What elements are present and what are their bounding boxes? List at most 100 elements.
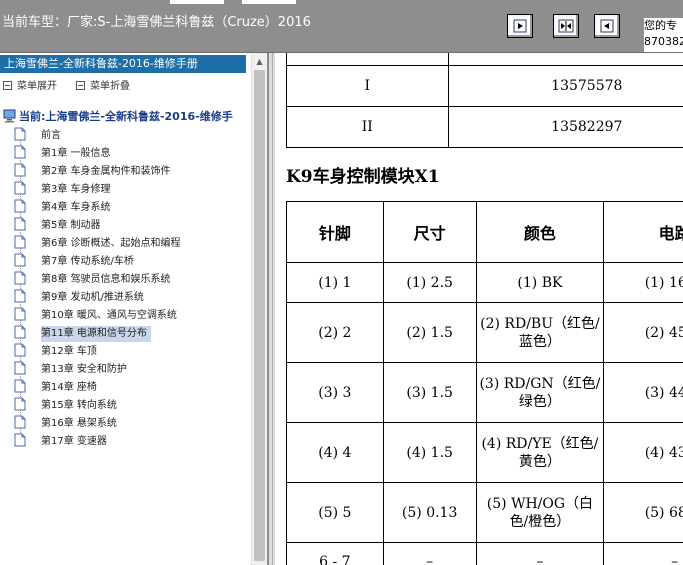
header-top-strip-left <box>170 0 224 4</box>
sidebar-item-label: 第6章 诊断概述、起始点和编程 <box>41 238 181 249</box>
sidebar-item[interactable]: 第16章 悬架系统 <box>14 415 121 431</box>
computer-icon <box>3 109 17 126</box>
user-info-line1: 您的专 <box>644 19 677 32</box>
sidebar-item[interactable]: 第2章 车身金属构件和装饰件 <box>14 163 175 179</box>
document-icon <box>14 199 26 219</box>
sidebar-item-label: 前言 <box>41 130 61 141</box>
sidebar-item[interactable]: 第1章 一般信息 <box>14 145 115 161</box>
sidebar-item[interactable]: 前言 <box>14 127 65 143</box>
sidebar-item-label: 第8章 驾驶员信息和娱乐系统 <box>41 274 171 285</box>
table-cell-color: (1) BK <box>475 262 605 303</box>
table-cell: II <box>286 106 449 148</box>
table-cell <box>447 53 683 66</box>
current-location[interactable]: 当前:上海雪佛兰-全新科鲁兹-2016-维修手 <box>3 108 251 126</box>
document-icon <box>14 415 26 435</box>
minus-box-icon <box>3 81 12 90</box>
table-row: (1) 1(1) 2.5(1) BK(1) 1650 <box>286 262 683 303</box>
document-icon <box>14 289 26 309</box>
sidebar-item[interactable]: 第3章 车身修理 <box>14 181 115 197</box>
document-icon <box>14 307 26 327</box>
top-header: 当前车型：厂家:S-上海雪佛兰科鲁兹（Cruze）2016 您的专 870382 <box>0 0 683 53</box>
table-cell-size: – <box>382 542 477 565</box>
table-cell-color: (2) RD/BU（红色/蓝色） <box>475 302 605 363</box>
document-icon <box>14 181 26 201</box>
table-cell-color: (3) RD/GN（红色/绿色） <box>475 362 605 423</box>
table-row: 6 - 7– – – <box>286 542 683 565</box>
sidebar-item[interactable]: 第9章 发动机/推进系统 <box>14 289 148 305</box>
sidebar-item-label: 第15章 转向系统 <box>41 400 117 411</box>
sidebar-item[interactable]: 第6章 诊断概述、起始点和编程 <box>14 235 185 251</box>
table-row: (3) 3(3) 1.5(3) RD/GN（红色/绿色）(3) 4440 <box>286 362 683 423</box>
table-cell-pin: (3) 3 <box>286 362 384 423</box>
sidebar-item-label: 第5章 制动器 <box>41 220 101 231</box>
table-row: (2) 2(2) 1.5(2) RD/BU（红色/蓝色）(2) 4540 <box>286 302 683 363</box>
sidebar-item-label: 第2章 车身金属构件和装饰件 <box>41 166 171 177</box>
next-page-button[interactable] <box>594 14 620 38</box>
sidebar-item-label: 第1章 一般信息 <box>41 148 111 159</box>
sidebar-item[interactable]: 第12章 车顶 <box>14 343 101 359</box>
sidebar-item[interactable]: 第8章 驾驶员信息和娱乐系统 <box>14 271 175 287</box>
document-icon <box>14 145 26 165</box>
table-cell-size: (2) 1.5 <box>382 302 477 363</box>
scroll-up-arrow-icon[interactable]: ▲ <box>253 55 266 68</box>
document-icon <box>14 379 26 399</box>
header-top-strip-right <box>242 0 296 4</box>
table-row: (5) 5(5) 0.13(5) WH/OG（白色/橙色）(5) 6816 <box>286 482 683 543</box>
sidebar: 上海雪佛兰-全新科鲁兹-2016-维修手册 菜单展开 菜单折叠 当前:上海雪佛兰… <box>0 53 251 565</box>
sidebar-item[interactable]: 第7章 传动系统/车桥 <box>14 253 138 269</box>
expand-menu-button[interactable]: 菜单展开 <box>3 77 57 92</box>
column-header-circuit: 电路 <box>603 201 683 263</box>
sidebar-item[interactable]: 第4章 车身系统 <box>14 199 115 215</box>
table-cell-pin: (5) 5 <box>286 482 384 543</box>
table-cell-circuit: (3) 4440 <box>603 362 683 423</box>
sidebar-item[interactable]: 第13章 安全和防护 <box>14 361 131 377</box>
collapse-menu-label: 菜单折叠 <box>90 81 130 92</box>
document-icon <box>14 271 26 291</box>
manual-title[interactable]: 上海雪佛兰-全新科鲁兹-2016-维修手册 <box>0 55 246 73</box>
table-cell-color: – <box>475 542 605 565</box>
sidebar-item[interactable]: 第15章 转向系统 <box>14 397 121 413</box>
sidebar-item-label: 第14章 座椅 <box>41 382 97 393</box>
pin-table-body: (1) 1(1) 2.5(1) BK(1) 1650(2) 2(2) 1.5(2… <box>286 262 683 565</box>
sidebar-item-label: 第16章 悬架系统 <box>41 418 117 429</box>
sidebar-item-label: 第4章 车身系统 <box>41 202 111 213</box>
vehicle-title: 当前车型：厂家:S-上海雪佛兰科鲁兹（Cruze）2016 <box>2 15 311 30</box>
table-cell-circuit: (4) 4340 <box>603 422 683 483</box>
collapse-menu-button[interactable]: 菜单折叠 <box>76 77 130 92</box>
sidebar-item[interactable]: 第17章 变速器 <box>14 433 111 449</box>
sidebar-item-label: 第11章 电源和信号分布 <box>41 326 151 342</box>
pane-splitter[interactable] <box>267 53 275 565</box>
table-cell-circuit: (2) 4540 <box>603 302 683 363</box>
table-cell-size: (5) 0.13 <box>382 482 477 543</box>
document-icon <box>14 361 26 381</box>
split-arrows-icon <box>558 19 574 33</box>
document-icon <box>14 325 26 345</box>
column-header-pin: 针脚 <box>286 201 384 263</box>
table-cell <box>286 53 449 66</box>
sidebar-item[interactable]: 第14章 座椅 <box>14 379 101 395</box>
user-info-line2: 870382 <box>644 35 683 48</box>
scroll-thumb[interactable] <box>254 70 265 561</box>
minus-box-icon <box>76 81 85 90</box>
arrow-left-icon <box>600 19 614 33</box>
document-icon <box>14 235 26 255</box>
document-icon <box>14 163 26 183</box>
split-view-button[interactable] <box>553 14 579 38</box>
expand-menu-label: 菜单展开 <box>17 81 57 92</box>
prev-page-button[interactable] <box>507 14 533 38</box>
arrow-right-icon <box>513 19 527 33</box>
document-icon <box>14 253 26 273</box>
user-info: 您的专 870382 <box>644 18 683 52</box>
sidebar-item[interactable]: 第11章 电源和信号分布 <box>14 325 151 342</box>
sidebar-item[interactable]: 第10章 暖风、通风与空调系统 <box>14 307 181 323</box>
table-cell: I <box>286 65 449 107</box>
column-header-size: 尺寸 <box>382 201 477 263</box>
document-content: I 13575578 II 13582297 K9车身控制模块X1 针脚 尺寸 … <box>275 53 683 565</box>
table-cell-size: (4) 1.5 <box>382 422 477 483</box>
current-location-label: 当前:上海雪佛兰-全新科鲁兹-2016-维修手 <box>19 110 233 123</box>
table-row: II 13582297 <box>286 106 683 148</box>
sidebar-scrollbar[interactable]: ▲ <box>251 53 267 565</box>
document-icon <box>14 217 26 237</box>
table-cell-circuit: (5) 6816 <box>603 482 683 543</box>
sidebar-item[interactable]: 第5章 制动器 <box>14 217 105 233</box>
